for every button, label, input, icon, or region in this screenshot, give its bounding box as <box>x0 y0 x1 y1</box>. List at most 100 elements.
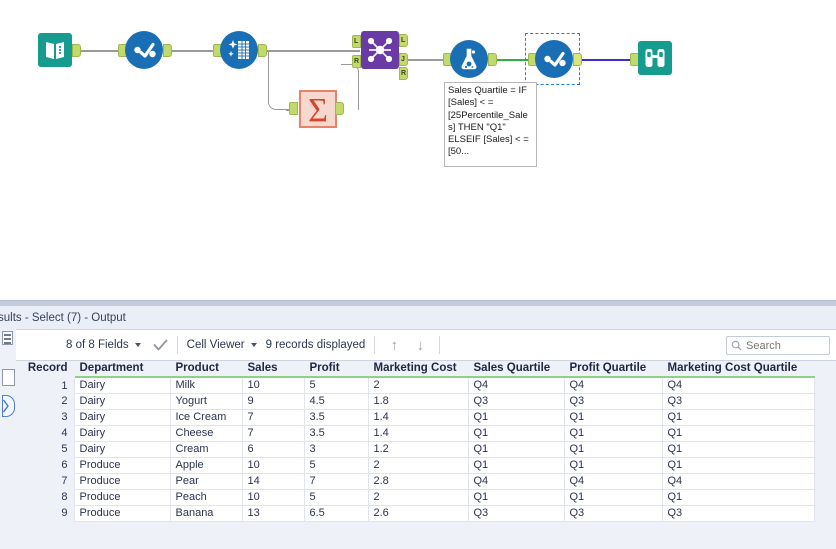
table-cell[interactable]: Q1 <box>468 489 564 505</box>
table-cell[interactable]: 5 <box>304 457 368 473</box>
table-cell[interactable]: Produce <box>74 473 170 489</box>
table-cell[interactable]: Q1 <box>662 489 814 505</box>
table-cell[interactable]: Produce <box>74 489 170 505</box>
table-cell[interactable]: Q4 <box>662 377 814 393</box>
table-row[interactable]: 7ProducePear1472.8Q4Q4Q4 <box>16 473 814 489</box>
results-titlebar[interactable]: sults - Select (7) - Output <box>0 306 836 329</box>
table-cell[interactable]: 2.6 <box>368 505 468 521</box>
column-header-profit-quartile[interactable]: Profit Quartile <box>564 361 662 377</box>
column-header-product[interactable]: Product <box>170 361 242 377</box>
search-box[interactable] <box>726 336 830 355</box>
table-cell[interactable]: Q1 <box>468 457 564 473</box>
table-cell[interactable]: Q3 <box>662 505 814 521</box>
data-cleansing-output-port[interactable] <box>258 44 267 57</box>
table-cell[interactable]: 2 <box>368 377 468 393</box>
table-cell[interactable]: 2 <box>368 457 468 473</box>
join-left-input-port[interactable]: L <box>352 35 361 48</box>
record-number-cell[interactable]: 9 <box>16 505 74 521</box>
table-cell[interactable]: 6.5 <box>304 505 368 521</box>
checkmark-icon[interactable] <box>153 339 168 352</box>
column-header-marketing-cost[interactable]: Marketing Cost <box>368 361 468 377</box>
table-cell[interactable]: Ice Cream <box>170 409 242 425</box>
scroll-up-button[interactable]: ↑ <box>384 337 404 354</box>
table-row[interactable]: 6ProduceApple1052Q1Q1Q1 <box>16 457 814 473</box>
table-cell[interactable]: Q4 <box>468 377 564 393</box>
grid-icon[interactable] <box>2 331 13 345</box>
select-tool-output-port[interactable] <box>163 44 172 57</box>
table-cell[interactable]: Dairy <box>74 441 170 457</box>
table-cell[interactable]: Q1 <box>564 425 662 441</box>
table-cell[interactable]: 2 <box>368 489 468 505</box>
table-cell[interactable]: 2.8 <box>368 473 468 489</box>
table-row[interactable]: 1DairyMilk1052Q4Q4Q4 <box>16 377 814 393</box>
input-data-output-port[interactable] <box>72 44 81 57</box>
table-cell[interactable]: Yogurt <box>170 393 242 409</box>
table-cell[interactable]: Q3 <box>468 505 564 521</box>
join-left-output-port[interactable]: L <box>399 34 408 47</box>
table-cell[interactable]: Dairy <box>74 393 170 409</box>
table-cell[interactable]: Q3 <box>468 393 564 409</box>
table-cell[interactable]: Produce <box>74 505 170 521</box>
table-cell[interactable]: Pear <box>170 473 242 489</box>
table-cell[interactable]: 3 <box>304 441 368 457</box>
formula-output-port[interactable] <box>488 53 497 66</box>
table-cell[interactable]: Q1 <box>564 441 662 457</box>
column-header-record[interactable]: Record <box>16 361 74 377</box>
column-header-sales-quartile[interactable]: Sales Quartile <box>468 361 564 377</box>
column-header-marketing-cost-quartile[interactable]: Marketing Cost Quartile <box>662 361 814 377</box>
table-cell[interactable]: Q1 <box>468 425 564 441</box>
table-cell[interactable]: 1.4 <box>368 409 468 425</box>
column-header-sales[interactable]: Sales <box>242 361 304 377</box>
panel-icon[interactable] <box>2 369 15 386</box>
record-number-cell[interactable]: 2 <box>16 393 74 409</box>
table-cell[interactable]: Dairy <box>74 425 170 441</box>
table-cell[interactable]: 10 <box>242 457 304 473</box>
table-cell[interactable]: Cream <box>170 441 242 457</box>
table-cell[interactable]: Banana <box>170 505 242 521</box>
summarize-output-port[interactable] <box>335 102 344 115</box>
table-cell[interactable]: 14 <box>242 473 304 489</box>
table-cell[interactable]: Cheese <box>170 425 242 441</box>
table-cell[interactable]: 1.4 <box>368 425 468 441</box>
fields-selector[interactable]: 8 of 8 Fields <box>66 339 141 351</box>
table-cell[interactable]: Produce <box>74 457 170 473</box>
record-number-cell[interactable]: 3 <box>16 409 74 425</box>
table-cell[interactable]: 5 <box>304 489 368 505</box>
table-cell[interactable]: Q1 <box>662 425 814 441</box>
table-cell[interactable]: 13 <box>242 505 304 521</box>
results-toolbar[interactable]: 8 of 8 Fields Cell Viewer 9 records disp… <box>0 329 836 361</box>
results-left-rail[interactable] <box>0 329 16 549</box>
table-row[interactable]: 4DairyCheese73.51.4Q1Q1Q1 <box>16 425 814 441</box>
table-cell[interactable]: Q1 <box>662 409 814 425</box>
select-tool-2-output-port[interactable] <box>573 53 582 66</box>
table-row[interactable]: 5DairyCream631.2Q1Q1Q1 <box>16 441 814 457</box>
table-cell[interactable]: 7 <box>242 425 304 441</box>
workflow-canvas[interactable]: Σ L R <box>0 0 836 300</box>
table-cell[interactable]: Q1 <box>564 409 662 425</box>
chevron-down-icon[interactable] <box>135 343 141 347</box>
record-number-cell[interactable]: 1 <box>16 377 74 393</box>
table-cell[interactable]: 1.8 <box>368 393 468 409</box>
record-number-cell[interactable]: 7 <box>16 473 74 489</box>
table-cell[interactable]: 3.5 <box>304 425 368 441</box>
results-grid[interactable]: Record Department Product Sales Profit M… <box>16 361 836 549</box>
table-cell[interactable]: Q4 <box>662 473 814 489</box>
join-right-input-port[interactable]: R <box>352 55 361 68</box>
table-cell[interactable]: 10 <box>242 489 304 505</box>
table-cell[interactable]: Q4 <box>468 473 564 489</box>
table-cell[interactable]: Q4 <box>564 473 662 489</box>
table-cell[interactable]: Q1 <box>662 457 814 473</box>
record-number-cell[interactable]: 6 <box>16 457 74 473</box>
table-row[interactable]: 8ProducePeach1052Q1Q1Q1 <box>16 489 814 505</box>
table-cell[interactable]: Peach <box>170 489 242 505</box>
table-cell[interactable]: Q4 <box>564 377 662 393</box>
chevron-down-icon[interactable] <box>251 343 257 347</box>
table-cell[interactable]: 7 <box>304 473 368 489</box>
summarize-input-port[interactable] <box>289 102 298 115</box>
cell-viewer-selector[interactable]: Cell Viewer <box>187 339 257 351</box>
record-number-cell[interactable]: 4 <box>16 425 74 441</box>
table-cell[interactable]: Q1 <box>468 409 564 425</box>
table-row[interactable]: 2DairyYogurt94.51.8Q3Q3Q3 <box>16 393 814 409</box>
table-cell[interactable]: Q3 <box>564 393 662 409</box>
column-header-department[interactable]: Department <box>74 361 170 377</box>
